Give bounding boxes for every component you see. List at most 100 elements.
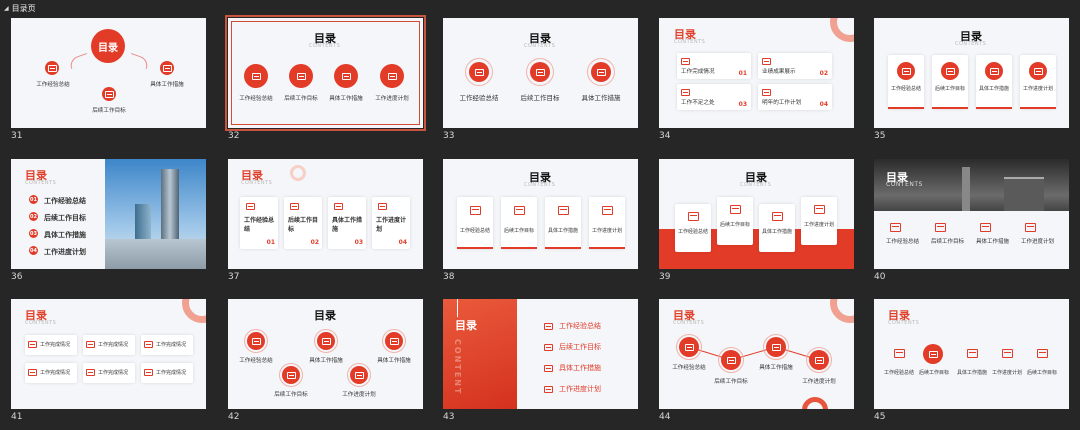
item-number: 01 <box>738 70 747 77</box>
slide-subtitle: CONTENTS <box>25 320 57 326</box>
chart-icon <box>544 323 553 330</box>
item-card: 工作进度计划 <box>589 197 625 249</box>
item-label: 工作进度计划 <box>342 392 376 398</box>
chart-icon <box>474 68 484 76</box>
slide-number: 41 <box>11 412 23 422</box>
slide-number: 39 <box>659 272 671 282</box>
card-accent <box>589 247 625 249</box>
item-label: 工作完成情况 <box>98 342 129 348</box>
collapse-triangle-icon[interactable]: ◢ <box>4 5 9 12</box>
slide-thumbnail-39[interactable]: 目录 CONTENTS 工作经验总结 后续工作目标 具体工作措施 工作进度计划 <box>659 159 854 269</box>
item-label: 后续工作目标 <box>284 96 318 102</box>
item-label: 工作经验总结 <box>239 96 273 102</box>
document-icon <box>144 341 153 348</box>
calendar-icon <box>980 223 991 232</box>
item-label: 工作经验总结 <box>239 358 273 364</box>
item-label: 具体工作措施 <box>976 239 1010 245</box>
chart-icon <box>894 349 905 358</box>
item-card: 工作完成情况 01 <box>677 53 751 79</box>
vertical-contents-text: CONTENT <box>453 339 462 396</box>
target-icon <box>945 67 955 75</box>
item-label: 工作经验总结 <box>672 365 706 371</box>
document-icon <box>28 341 37 348</box>
item-card: 工作进度计划 <box>1020 55 1056 109</box>
item-label: 工作进度计划 <box>591 228 622 234</box>
target-icon <box>514 206 525 215</box>
item-icon-circle <box>350 366 368 384</box>
slide-thumbnail-38[interactable]: 目录 CONTENTS 工作经验总结 后续工作目标 具体工作措施 工作进度计划 <box>443 159 638 269</box>
item-label: 后续工作目标 <box>719 222 750 228</box>
item-label: 具体工作措施 <box>759 365 793 371</box>
city-base <box>105 239 206 269</box>
item-card: 后续工作目标 02 <box>284 197 322 249</box>
item-card: 业绩成果展示 02 <box>758 53 832 79</box>
slide-thumbnail-37[interactable]: 目录 CONTENTS 工作经验总结 01 后续工作目标 02 具体工作措施 03 工… <box>228 159 423 269</box>
item-label: 工作经验总结 <box>883 370 914 376</box>
slide-thumbnail-44[interactable]: 目录 CONTENTS 工作经验总结 后续工作目标 具体工作措施 工作进度计划 <box>659 299 854 409</box>
slide-number: 31 <box>11 131 23 141</box>
target-icon <box>928 350 938 358</box>
slide-thumbnail-34[interactable]: 目录 CONTENTS 工作完成情况 01 业绩成果展示 02 工作不足之处 03 明… <box>659 18 854 128</box>
item-label: 工作完成情况 <box>40 342 71 348</box>
document-icon <box>681 58 690 65</box>
slide-thumbnail-31[interactable]: 目录 工作经验总结 具体工作措施 后续工作目标 <box>11 18 206 128</box>
item-icon-circle <box>766 337 786 357</box>
slide-title: 目录 <box>455 319 477 332</box>
item-label: 后续工作目标 <box>918 370 949 376</box>
item-number: 02 <box>310 239 319 246</box>
item-label: 工作进度计划 <box>803 222 834 228</box>
card-accent <box>457 247 493 249</box>
card-accent <box>976 107 1012 109</box>
slide-thumbnail-32[interactable]: 目录 CONTENTS 工作经验总结 后续工作目标 具体工作措施 工作进度计划 <box>225 15 426 131</box>
item-card: 工作完成情况 <box>83 335 135 355</box>
connector-arc <box>67 52 91 70</box>
card-accent <box>932 107 968 109</box>
item-label: 后续工作目标 <box>520 94 560 102</box>
slide-thumbnail-36[interactable]: 目录 CONTENTS 01 工作经验总结 02 后续工作目标 03 具体工作措… <box>11 159 206 269</box>
item-label: 工作进度计划 <box>376 217 407 233</box>
item-label: 具体工作措施 <box>956 370 987 376</box>
calendar-icon <box>989 67 999 75</box>
slide-subtitle: CONTENTS <box>888 320 920 326</box>
panel-header[interactable]: ◢ 目录页 <box>4 2 36 14</box>
book-icon <box>814 356 824 364</box>
item-card: 工作完成情况 <box>25 335 77 355</box>
document-icon <box>762 58 771 65</box>
item-card: 工作完成情况 <box>141 363 193 383</box>
item-icon-circle <box>985 62 1003 80</box>
item-label: 具体工作措施 <box>978 86 1009 92</box>
item-label: 具体工作措施 <box>761 229 792 235</box>
book-icon <box>1025 223 1036 232</box>
slide-thumbnail-41[interactable]: 目录 CONTENTS 工作完成情况 工作完成情况 工作完成情况 工作完成情况 … <box>11 299 206 409</box>
book-icon <box>1002 349 1013 358</box>
item-icon-circle <box>385 332 403 350</box>
item-label: 工作经验总结 <box>44 197 86 205</box>
item-card: 工作经验总结 <box>888 55 924 109</box>
item-label: 工作经验总结 <box>459 94 499 102</box>
item-card: 具体工作措施 03 <box>328 197 366 249</box>
decor-circle <box>182 299 206 323</box>
slide-thumbnail-33[interactable]: 目录 CONTENTS 工作经验总结 后续工作目标 具体工作措施 <box>443 18 638 128</box>
slide-subtitle: CONTENTS <box>524 182 556 188</box>
chart-icon <box>246 203 255 210</box>
slide-thumbnail-40[interactable]: 目录 CONTENTS 工作经验总结 后续工作目标 具体工作措施 工作进度计划 <box>874 159 1069 269</box>
slide-thumbnail-43[interactable]: 目录 CONTENT 工作经验总结 后续工作目标 具体工作措施 工作进度计划 <box>443 299 638 409</box>
item-label: 后续工作目标 <box>92 108 126 114</box>
item-card: 明年的工作计划 04 <box>758 84 832 110</box>
calendar-icon <box>162 64 172 72</box>
slide-thumbnail-35[interactable]: 目录 CONTENTS 工作经验总结 后续工作目标 具体工作措施 工作进度计划 <box>874 18 1069 128</box>
target-icon <box>726 356 736 364</box>
slide-number: 40 <box>874 272 886 282</box>
item-number-badge: 01 <box>29 195 38 204</box>
item-label: 工作进度计划 <box>559 385 601 393</box>
slide-number: 38 <box>443 272 455 282</box>
item-icon-circle <box>282 366 300 384</box>
item-label: 工作经验总结 <box>244 217 275 233</box>
calendar-icon <box>535 68 545 76</box>
calendar-icon <box>967 349 978 358</box>
item-label: 工作经验总结 <box>890 86 921 92</box>
slide-thumbnail-42[interactable]: 目录 工作经验总结 具体工作措施 具体工作措施 后续工作目标 工作进度计划 <box>228 299 423 409</box>
item-number: 03 <box>738 101 747 108</box>
slide-subtitle: CONTENTS <box>674 39 706 45</box>
slide-thumbnail-45[interactable]: 目录 CONTENTS 工作经验总结 后续工作目标 具体工作措施 工作进度计划 … <box>874 299 1069 409</box>
